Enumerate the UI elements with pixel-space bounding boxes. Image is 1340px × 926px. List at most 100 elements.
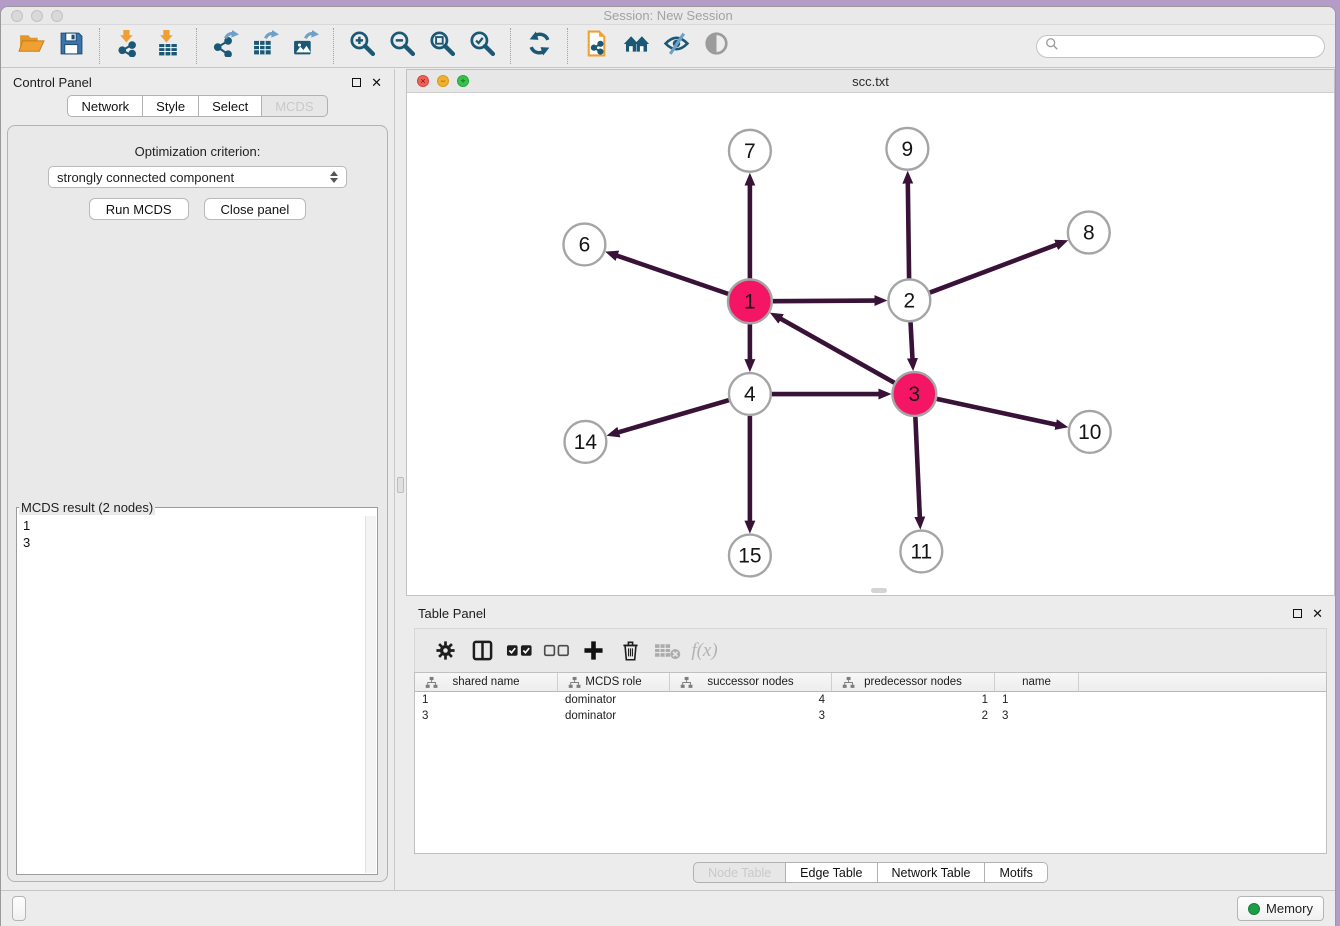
hide-selected-icon — [663, 30, 690, 62]
tab-style[interactable]: Style — [143, 95, 199, 117]
panel-splitter[interactable] — [395, 69, 406, 890]
tab-network[interactable]: Network — [67, 95, 143, 117]
control-panel-title: Control Panel — [13, 75, 92, 90]
network-canvas[interactable]: 7968124314101511 — [407, 93, 1334, 595]
tab-node-table[interactable]: Node Table — [693, 862, 786, 883]
memory-button[interactable]: Memory — [1237, 896, 1324, 921]
close-panel-button[interactable]: Close panel — [204, 198, 307, 220]
import-network-icon — [115, 30, 142, 62]
control-panel-close-button[interactable]: ✕ — [371, 78, 382, 87]
import-network-button[interactable] — [108, 26, 148, 66]
cell-successor-nodes[interactable]: 3 — [670, 710, 832, 722]
node-label-10: 10 — [1078, 421, 1101, 444]
table-row[interactable]: 1dominator411 — [415, 692, 1326, 708]
cell-predecessor-nodes[interactable]: 2 — [832, 710, 995, 722]
tab-mcds[interactable]: MCDS — [262, 95, 327, 117]
trash-icon — [620, 640, 641, 661]
zoom-selected-button[interactable] — [462, 26, 502, 66]
table-header-row: shared name MCDS rolesuccessor nodes prede… — [415, 673, 1326, 692]
column-header-name[interactable]: name — [995, 673, 1079, 691]
mcds-result-text[interactable]: 1 3 — [23, 517, 363, 872]
column-header-shared-name[interactable]: shared name — [415, 673, 558, 691]
column-label: shared name — [452, 676, 519, 688]
open-folder-button[interactable] — [11, 26, 51, 66]
edge-2-8[interactable] — [930, 245, 1057, 293]
splitter-handle-icon[interactable] — [397, 477, 404, 493]
network-window: × − + scc.txt 7968124314101511 — [406, 69, 1335, 596]
search-field[interactable] — [1036, 35, 1325, 58]
select-all-button[interactable] — [501, 633, 538, 669]
cell-shared-name[interactable]: 3 — [415, 710, 558, 722]
float-icon — [352, 78, 361, 87]
search-input[interactable] — [1064, 39, 1316, 53]
refresh-icon — [526, 30, 553, 62]
refresh-button[interactable] — [519, 26, 559, 66]
zoom-fit-button[interactable] — [422, 26, 462, 66]
network-graph[interactable]: 7968124314101511 — [407, 93, 1334, 593]
save-button[interactable] — [51, 26, 91, 66]
criterion-select[interactable]: strongly connected component — [48, 166, 347, 188]
canvas-hscrollbar[interactable] — [871, 588, 887, 593]
control-panel-float-button[interactable] — [352, 78, 361, 87]
optimization-criterion-label: Optimization criterion: — [8, 144, 387, 159]
tab-network-table[interactable]: Network Table — [878, 862, 986, 883]
cell-predecessor-nodes[interactable]: 1 — [832, 694, 995, 706]
show-all-icon — [703, 30, 730, 62]
cell-MCDS-role[interactable]: dominator — [558, 710, 670, 722]
zoom-out-button[interactable] — [382, 26, 422, 66]
import-table-button[interactable] — [148, 26, 188, 66]
edge-4-14[interactable] — [618, 400, 729, 432]
gear-icon — [435, 640, 456, 661]
zoom-selected-icon — [469, 30, 496, 62]
tab-edge-table[interactable]: Edge Table — [786, 862, 877, 883]
edge-2-9[interactable] — [908, 183, 909, 279]
edge-3-10[interactable] — [937, 399, 1057, 425]
result-scrollbar[interactable] — [365, 516, 376, 873]
hide-selected-button[interactable] — [656, 26, 696, 66]
home-button[interactable] — [616, 26, 656, 66]
column-label: predecessor nodes — [864, 676, 962, 688]
show-all-button — [696, 26, 736, 66]
export-network-button[interactable] — [205, 26, 245, 66]
export-image-button[interactable] — [285, 26, 325, 66]
tab-motifs[interactable]: Motifs — [985, 862, 1047, 883]
node-label-6: 6 — [579, 233, 591, 256]
zoom-in-button[interactable] — [342, 26, 382, 66]
cell-name[interactable]: 1 — [995, 694, 1079, 706]
search-icon — [1045, 37, 1059, 56]
trash-button[interactable] — [612, 633, 649, 669]
add-row-button[interactable] — [575, 633, 612, 669]
clone-network-button[interactable] — [576, 26, 616, 66]
cell-name[interactable]: 3 — [995, 710, 1079, 722]
hierarchy-icon — [837, 676, 850, 689]
table-row[interactable]: 3dominator323 — [415, 708, 1326, 724]
column-header-predecessor-nodes[interactable]: predecessor nodes — [832, 673, 995, 691]
close-icon: ✕ — [371, 78, 382, 87]
edge-2-3[interactable] — [911, 322, 913, 359]
node-label-14: 14 — [574, 431, 598, 454]
edge-1-6[interactable] — [616, 256, 728, 294]
cell-MCDS-role[interactable]: dominator — [558, 694, 670, 706]
edge-1-2[interactable] — [773, 301, 876, 302]
export-table-button[interactable] — [245, 26, 285, 66]
columns-icon — [472, 640, 493, 661]
gear-button[interactable] — [427, 633, 464, 669]
toolbar-separator — [510, 28, 511, 64]
deselect-all-button[interactable] — [538, 633, 575, 669]
columns-button[interactable] — [464, 633, 501, 669]
task-history-button[interactable] — [12, 896, 26, 921]
column-header-successor-nodes[interactable]: successor nodes — [670, 673, 832, 691]
edge-3-1[interactable] — [780, 318, 894, 382]
tab-select[interactable]: Select — [199, 95, 262, 117]
export-table-icon — [252, 30, 279, 62]
table-panel-float-button[interactable] — [1293, 609, 1302, 618]
edge-3-11[interactable] — [915, 417, 919, 518]
column-header-MCDS-role[interactable]: MCDS role — [558, 673, 670, 691]
table-panel-close-button[interactable]: ✕ — [1312, 609, 1323, 618]
save-icon — [58, 30, 85, 62]
control-panel: Control Panel ✕ NetworkStyleSelectMCDS O… — [1, 69, 395, 890]
cell-shared-name[interactable]: 1 — [415, 694, 558, 706]
run-mcds-button[interactable]: Run MCDS — [89, 198, 189, 220]
hierarchy-icon — [420, 676, 433, 689]
cell-successor-nodes[interactable]: 4 — [670, 694, 832, 706]
